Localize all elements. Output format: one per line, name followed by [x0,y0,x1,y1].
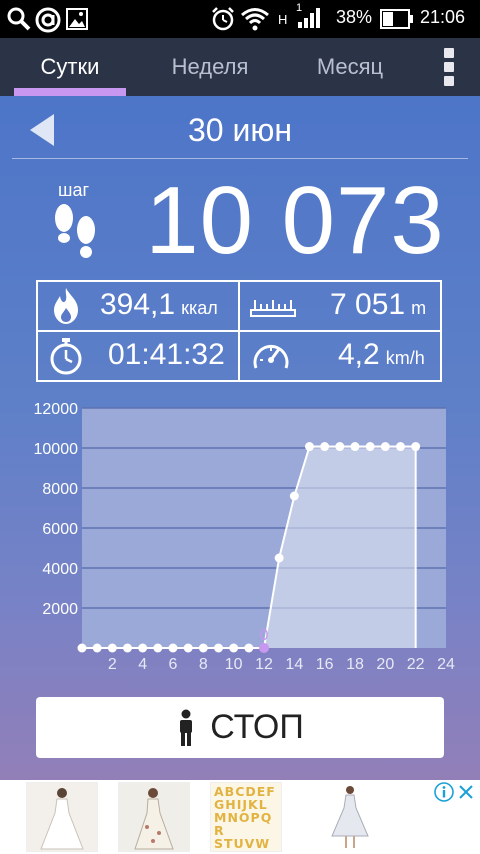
chart-data-point [77,643,87,653]
date-label: 30 июн [187,112,293,148]
x-tick-label: 6 [169,656,178,673]
stop-button[interactable]: СТОП [36,697,444,758]
distance-cell: 7 051 m [240,282,440,330]
ad-dress-image[interactable] [316,782,388,852]
distance-value: 7 051 [330,288,406,321]
chart-data-point [411,442,421,452]
chart-data-point [107,643,117,653]
x-tick-label: 10 [225,656,243,673]
calories-unit: ккал [181,298,218,318]
x-tick-label: 18 [346,656,364,673]
ad-dress-image[interactable] [118,782,190,852]
chart-data-point [305,442,314,452]
ad-close-icon[interactable] [456,782,476,802]
duration-value: 01:41:32 [108,338,225,371]
footprints-icon [55,204,95,258]
calories-value: 394,1 [100,288,176,321]
steps-chart: 200040006000800010000120002 4 6 8 10 12 14 16 18… [34,401,456,673]
chart-data-point [365,442,375,452]
ad-info-icon[interactable] [434,782,454,802]
x-tick-label: 12 [255,656,273,673]
search-icon [7,7,31,31]
chart-data-point [168,643,178,653]
wifi-icon [241,8,269,31]
tab-week[interactable]: Неделя [150,38,270,96]
flame-icon [54,288,78,324]
steps-label: шаг [58,180,90,200]
at-sign-icon [35,7,61,33]
chart-marker-label: 0 [260,627,269,644]
tab-month[interactable]: Месяц [290,38,410,96]
chart-data-point [396,442,405,452]
distance-unit: m [411,298,427,318]
stopwatch-icon [50,338,82,375]
y-tick-label: 4000 [42,561,78,578]
main-content: 30 июн шаг 10 073 394,1 ккал 7 051 m 01:… [0,96,480,780]
speed-cell: 4,2 km/h [240,332,440,380]
ad-letters-image[interactable]: ABCDEF GHIJKL MNOPQR STUVW [210,782,282,852]
battery-percent: 38% [336,7,373,27]
menu-dot [444,62,454,72]
signal-strength-icon [298,8,320,28]
x-tick-label: 22 [407,656,425,673]
speed-value: 4,2 [338,338,380,371]
battery-icon [380,9,413,29]
x-tick-label: 4 [138,656,147,673]
duration-cell: 01:41:32 [38,332,238,380]
y-tick-label: 10000 [34,441,79,458]
y-tick-label: 8000 [42,481,78,498]
alarm-icon [212,7,234,31]
person-icon [180,709,193,746]
ad-dress-image[interactable] [26,782,98,852]
steps-count: 10 073 [145,167,445,274]
network-type-label: H [278,12,288,27]
chart-data-point [380,442,390,452]
gallery-icon [66,8,88,30]
x-tick-label: 14 [285,656,303,673]
x-tick-label: 2 [108,656,117,673]
ad-banner[interactable]: ABCDEF GHIJKL MNOPQR STUVW [0,780,480,854]
chart-data-point [138,643,148,653]
chart-data-point [335,442,345,452]
chart-data-point [123,643,132,653]
chart-data-point [183,643,193,653]
stats-grid: 394,1 ккал 7 051 m 01:41:32 4,2 km/h [36,280,442,382]
y-tick-label: 12000 [34,401,79,418]
chart-data-point [153,643,163,653]
chart-data-point [92,643,102,653]
x-tick-label: 20 [376,656,394,673]
ad-letters-text: ABCDEF GHIJKL MNOPQR STUVW [214,784,276,851]
status-bar: H 1 38% 21:06 [0,0,480,38]
speed-unit: km/h [385,348,425,368]
overflow-menu-button[interactable] [434,44,464,86]
chart-data-point [289,491,299,501]
active-tab-indicator [14,88,126,96]
chart-data-point [274,553,284,563]
chart-data-point [350,442,360,452]
x-tick-label: 24 [437,656,455,673]
chart-data-point [198,643,208,653]
chart-data-point [229,643,239,653]
speedometer-icon [253,345,289,369]
x-tick-label: 8 [199,656,208,673]
date-divider [12,158,468,159]
stop-button-label: СТОП [210,708,304,746]
previous-day-arrow-icon[interactable] [30,114,54,146]
y-tick-label: 2000 [42,601,78,618]
chart-data-point [244,643,254,653]
ruler-icon [250,300,296,317]
calories-cell: 394,1 ккал [38,282,238,330]
chart-data-point [320,442,330,452]
menu-dot [444,48,454,58]
y-tick-label: 6000 [42,521,78,538]
menu-dot [444,76,454,86]
x-tick-label: 16 [316,656,334,673]
chart-data-point [214,643,223,653]
clock-time: 21:06 [420,7,466,27]
chart-current-marker [259,643,269,653]
